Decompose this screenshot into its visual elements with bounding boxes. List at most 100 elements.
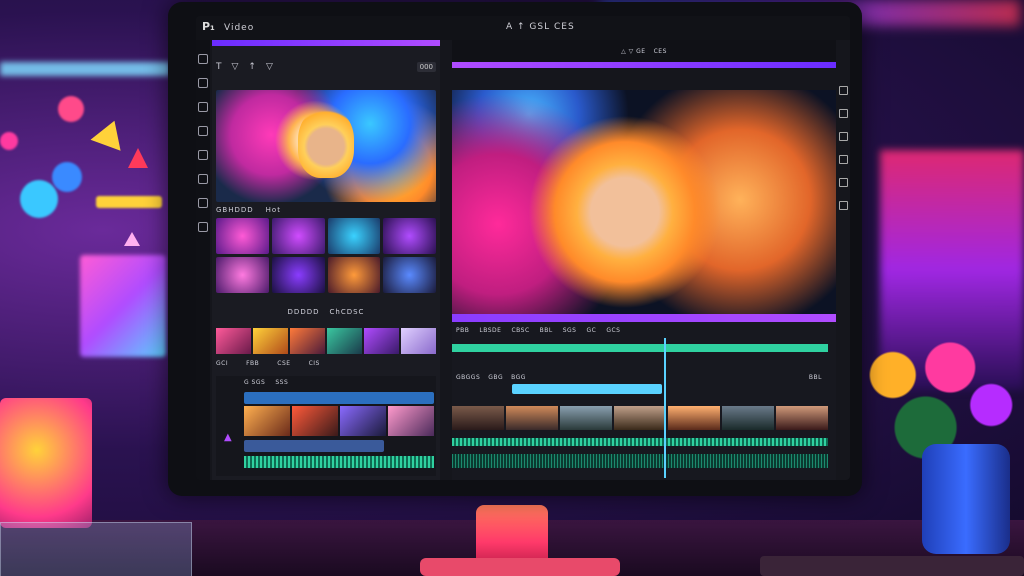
title-bar: P₁ Video A ↑ GSL CES <box>196 16 850 40</box>
mini-timeline-header: G SGS SSS <box>244 376 434 388</box>
viewer-header-label: △ ▽ GE <box>621 47 646 55</box>
play-icon[interactable]: ▲ <box>224 432 232 443</box>
media-thumbnail[interactable] <box>327 257 381 293</box>
wall-screen <box>80 255 166 357</box>
clip-thumbnail[interactable] <box>364 328 399 354</box>
monitor-stand-base <box>420 558 620 576</box>
timeline-ruler[interactable]: PBB LBSDE CBSC BBL SGS GC GCS <box>452 324 840 336</box>
grid-icon[interactable] <box>198 78 208 88</box>
ruler-label: LBSDE <box>479 326 502 334</box>
preview-subject <box>298 108 354 178</box>
keyboard <box>760 556 1024 576</box>
clock-icon[interactable] <box>838 201 848 210</box>
media-thumbnail[interactable] <box>216 218 269 254</box>
video-editor-window: P₁ Video A ↑ GSL CES T ▽ ↑ ▽ 000 GBHDDD … <box>196 16 850 480</box>
audio-waveform[interactable] <box>452 454 828 468</box>
source-preview[interactable] <box>216 90 436 202</box>
viewer-header-label: CES <box>653 47 667 55</box>
layers-icon[interactable] <box>198 102 208 112</box>
upload-icon[interactable]: ↑ <box>248 62 256 72</box>
video-clip[interactable] <box>614 406 666 430</box>
mini-timeline: G SGS SSS ▲ <box>216 376 436 476</box>
main-timeline: PBB LBSDE CBSC BBL SGS GC GCS GBGGS GBG … <box>452 314 836 480</box>
fx-icon[interactable] <box>198 222 208 232</box>
glass-box <box>0 522 192 576</box>
browser-label-row: DDDDD ChCDSC <box>216 306 436 318</box>
ruler-label: GCS <box>606 326 621 334</box>
panel-toolbar: T ▽ ↑ ▽ 000 <box>216 60 436 74</box>
mini-audio-waveform[interactable] <box>244 456 434 468</box>
viewer-title: A ↑ GSL CES <box>506 22 575 32</box>
video-clip[interactable] <box>560 406 612 430</box>
mini-clip-row <box>244 406 434 436</box>
zoom-icon[interactable] <box>198 174 208 184</box>
mini-track[interactable] <box>244 392 434 404</box>
video-clip[interactable] <box>506 406 558 430</box>
text-tool-icon[interactable]: T <box>216 62 222 72</box>
video-clip[interactable] <box>452 406 504 430</box>
desk-lamp <box>0 398 92 528</box>
bokeh-light <box>96 196 162 208</box>
clip-label: CSE <box>277 360 291 367</box>
mini-clip[interactable] <box>388 406 434 436</box>
clip-label: CIS <box>308 360 320 367</box>
timeline-header-bar <box>452 314 836 322</box>
mini-clip[interactable] <box>340 406 386 436</box>
media-thumbnail[interactable] <box>327 218 381 254</box>
clip-strip-labels: GCI FBB CSE CIS <box>216 360 436 367</box>
clip-label: FBB <box>246 360 260 367</box>
layers-icon[interactable] <box>838 132 848 141</box>
audio-waveform[interactable] <box>452 438 828 446</box>
media-panel: T ▽ ↑ ▽ 000 GBHDDD Hot DDDDD ChCDSC GCI … <box>212 46 440 480</box>
media-thumbnail[interactable] <box>271 218 325 254</box>
video-clip[interactable] <box>722 406 774 430</box>
program-viewer: △ ▽ GE CES <box>452 40 836 340</box>
grid-icon[interactable] <box>838 109 848 118</box>
mini-track[interactable] <box>244 440 384 452</box>
media-thumbnail[interactable] <box>216 257 269 293</box>
dropdown-icon[interactable]: ▽ <box>232 62 239 72</box>
media-thumbnail[interactable] <box>383 218 436 254</box>
clip-thumbnail[interactable] <box>290 328 325 354</box>
audio-icon[interactable] <box>838 155 848 164</box>
filter-icon[interactable]: ▽ <box>266 62 273 72</box>
audio-track-green[interactable] <box>452 344 828 352</box>
ruler-label: CBSC <box>511 326 530 334</box>
browser-label: DDDDD <box>287 308 320 316</box>
app-logo-icon: P₁ <box>202 20 215 33</box>
bokeh-light <box>58 96 84 122</box>
crop-icon[interactable] <box>198 150 208 160</box>
panel-icon[interactable] <box>198 54 208 64</box>
playhead[interactable] <box>664 338 666 478</box>
bokeh-light <box>52 162 82 192</box>
clip-thumbnail[interactable] <box>216 328 251 354</box>
list-icon[interactable] <box>198 198 208 208</box>
clip-label: GCI <box>216 360 229 367</box>
ruler-label: SGS <box>562 326 577 334</box>
settings-icon[interactable] <box>838 178 848 187</box>
move-icon[interactable] <box>198 126 208 136</box>
mini-clip[interactable] <box>244 406 290 436</box>
pin-icon[interactable] <box>838 86 848 95</box>
monitor: P₁ Video A ↑ GSL CES T ▽ ↑ ▽ 000 GBHDDD … <box>168 2 862 496</box>
counter-badge: 000 <box>416 62 436 72</box>
clip-thumbnail[interactable] <box>327 328 362 354</box>
track-label: BGG <box>511 373 526 381</box>
mini-timeline-label: SSS <box>275 378 289 386</box>
right-tool-rail <box>836 86 850 346</box>
bokeh-light <box>20 180 58 218</box>
video-clip[interactable] <box>776 406 828 430</box>
media-thumbnail[interactable] <box>383 257 436 293</box>
media-thumbnail[interactable] <box>271 257 325 293</box>
video-clip[interactable] <box>668 406 720 430</box>
clip-thumbnail[interactable] <box>253 328 288 354</box>
mini-clip[interactable] <box>292 406 338 436</box>
program-preview-frame[interactable] <box>452 90 836 334</box>
clip-strip <box>216 328 436 354</box>
mini-timeline-label: G SGS <box>244 378 266 386</box>
selected-clip[interactable] <box>512 384 662 394</box>
clip-thumbnail[interactable] <box>401 328 436 354</box>
flower-bouquet <box>860 315 1024 465</box>
browser-label: ChCDSC <box>329 308 365 316</box>
bokeh-light <box>0 132 18 150</box>
